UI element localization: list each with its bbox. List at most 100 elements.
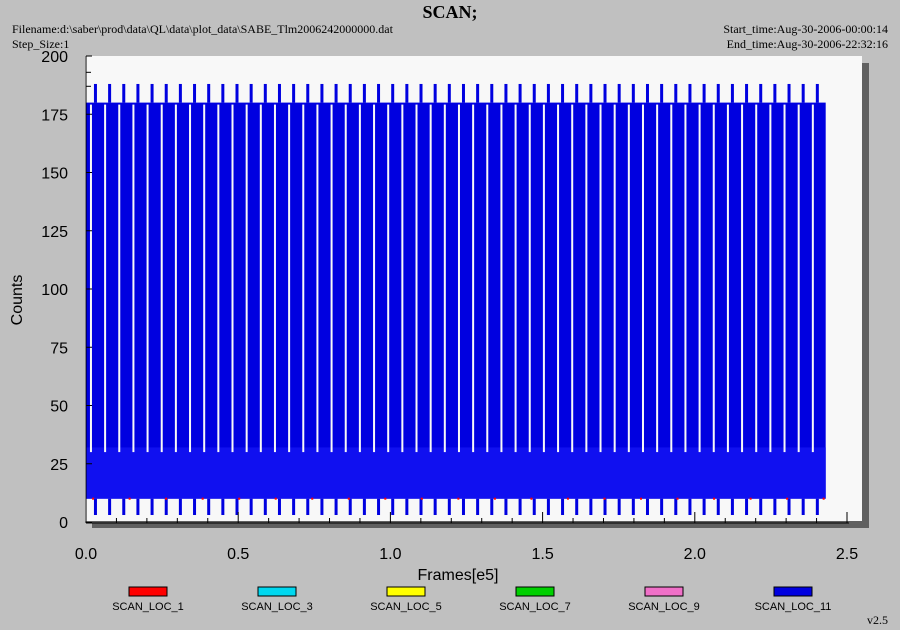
- scan-loc-1-point: [566, 497, 569, 500]
- legend-label: SCAN_LOC_11: [755, 601, 832, 613]
- scan-loc-11-peak: [348, 83, 352, 103]
- scan-gap: [486, 104, 489, 453]
- scan-loc-11-peak: [589, 83, 593, 103]
- scan-loc-1-point: [822, 497, 825, 500]
- scan-loc-1-point: [530, 497, 533, 500]
- scan-loc-11-low: [716, 498, 720, 516]
- scan-loc-11-peak: [787, 83, 791, 103]
- scan-gap: [741, 104, 744, 453]
- scan-loc-11-low: [787, 498, 791, 516]
- scan-loc-11-peak: [235, 83, 239, 103]
- scan-loc-1-point: [128, 497, 131, 500]
- scan-loc-11-peak: [377, 83, 381, 103]
- scan-gap: [259, 104, 262, 453]
- scan-loc-11-low: [306, 498, 310, 516]
- scan-loc-11-low: [645, 498, 649, 516]
- scan-loc-11-peak: [476, 83, 480, 103]
- scan-gap: [783, 104, 786, 453]
- scan-gap: [472, 104, 475, 453]
- scan-loc-11-peak: [716, 83, 720, 103]
- scan-loc-1-point: [311, 497, 314, 500]
- scan-gap: [316, 104, 319, 453]
- scan-loc-11-peak: [433, 83, 437, 103]
- scan-loc-11-low: [362, 498, 366, 516]
- y-tick-label: 100: [41, 282, 68, 299]
- scan-loc-11-peak: [617, 83, 621, 103]
- scan-gap: [811, 104, 814, 453]
- scan-loc-11-low: [745, 498, 749, 516]
- scan-gap: [387, 104, 390, 453]
- scan-loc-11-low: [136, 498, 140, 516]
- scan-gap: [457, 104, 460, 453]
- scan-loc-11-peak: [504, 83, 508, 103]
- scan-loc-11-peak: [645, 83, 649, 103]
- scan-gap: [656, 104, 659, 453]
- scan-gap: [415, 104, 418, 453]
- scan-gap: [797, 104, 800, 453]
- scan-loc-11-peak: [249, 83, 253, 103]
- scan-loc-11-peak: [405, 83, 409, 103]
- scan-loc-11-low: [504, 498, 508, 516]
- scan-loc-11-peak: [391, 83, 395, 103]
- scan-loc-1-point: [274, 497, 277, 500]
- scan-loc-11-peak: [178, 83, 182, 103]
- scan-loc-1-point: [603, 497, 606, 500]
- scan-loc-11-low: [773, 498, 777, 516]
- scan-loc-1-point: [493, 497, 496, 500]
- scan-gap: [217, 104, 220, 453]
- scan-gap: [684, 104, 687, 453]
- scan-loc-1-point: [713, 497, 716, 500]
- legend-label: SCAN_LOC_1: [112, 601, 184, 613]
- scan-loc-11-peak: [461, 83, 465, 103]
- scan-loc-11-peak: [277, 83, 281, 103]
- scan-loc-11-peak: [306, 83, 310, 103]
- y-axis-label: Counts: [9, 275, 26, 326]
- scan-loc-11-low: [391, 498, 395, 516]
- scan-loc-1-point: [165, 497, 168, 500]
- scan-loc-1-point: [384, 497, 387, 500]
- scan-loc-11-low: [518, 498, 522, 516]
- scan-loc-11-peak: [518, 83, 522, 103]
- scan-gap: [302, 104, 305, 453]
- y-tick-label: 125: [41, 224, 68, 241]
- scan-gap: [599, 104, 602, 453]
- scan-gap: [755, 104, 758, 453]
- scan-gap: [118, 104, 121, 453]
- scan-gap: [571, 104, 574, 453]
- scan-loc-1-point: [640, 497, 643, 500]
- scan-loc-11-peak: [108, 83, 112, 103]
- scan-gap: [514, 104, 517, 453]
- scan-gap: [146, 104, 149, 453]
- scan-loc-11-low: [759, 498, 763, 516]
- scan-loc-11-peak: [221, 83, 225, 103]
- scan-loc-11-peak: [263, 83, 267, 103]
- scan-loc-11-low: [348, 498, 352, 516]
- scan-loc-11-peak: [362, 83, 366, 103]
- scan-loc-11-low: [433, 498, 437, 516]
- scan-loc-11-low: [603, 498, 607, 516]
- scan-loc-11-peak: [546, 83, 550, 103]
- x-axis-label: Frames[e5]: [418, 567, 499, 584]
- scan-loc-11-low: [660, 498, 664, 516]
- chart: 0 25 50 75 100 125 150 175 200 0.0 0.5 1.0 1.5 2.0 2.5…: [9, 49, 869, 613]
- scan-loc-11-peak: [532, 83, 536, 103]
- y-tick-label: 50: [50, 399, 68, 416]
- scan-gap: [160, 104, 163, 453]
- scan-loc-11-peak: [93, 83, 97, 103]
- scan-loc-11-low: [631, 498, 635, 516]
- scan-loc-11-peak: [334, 83, 338, 103]
- scan-loc-11-low: [292, 498, 296, 516]
- scan-loc-11-low: [674, 498, 678, 516]
- scan-gap: [627, 104, 630, 453]
- scan-loc-11-low: [277, 498, 281, 516]
- scan-loc-11-low: [561, 498, 565, 516]
- y-tick-label: 200: [41, 49, 68, 66]
- scan-loc-11-low: [702, 498, 706, 516]
- scan-gap: [373, 104, 376, 453]
- scan-gap: [203, 104, 206, 453]
- scan-loc-11-low: [150, 498, 154, 516]
- scan-loc-11-low: [532, 498, 536, 516]
- scan-loc-11-low: [377, 498, 381, 516]
- scan-loc-11-peak: [193, 83, 197, 103]
- scan-loc-1-point: [676, 497, 679, 500]
